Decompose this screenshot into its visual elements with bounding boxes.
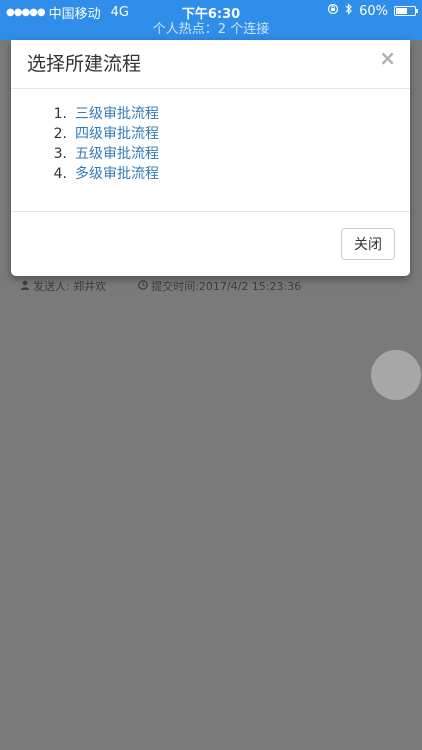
modal-title: 选择所建流程 xyxy=(27,53,142,75)
list-item: 3. 五级审批流程 xyxy=(47,144,159,164)
list-item-number: 4. xyxy=(53,166,67,182)
list-item-number: 1. xyxy=(53,106,67,122)
flow-list: 1. 三级审批流程 2. 四级审批流程 3. 五级审批流程 4. 多级审批流程 xyxy=(47,104,159,184)
status-right: 60% xyxy=(327,3,418,19)
hotspot-bar[interactable]: 个人热点：2 个连接 xyxy=(0,22,422,40)
orientation-lock-icon xyxy=(327,3,339,19)
close-icon[interactable]: × xyxy=(379,46,396,70)
sender-info: 发送人: 郑井欢 xyxy=(20,278,106,294)
list-item-number: 2. xyxy=(53,126,67,142)
clock-icon xyxy=(138,279,149,293)
flow-link-level-3[interactable]: 三级审批流程 xyxy=(75,104,159,124)
modal-footer: 关闭 xyxy=(11,212,410,276)
battery-fill xyxy=(396,8,407,14)
message-meta: 发送人: 郑井欢 提交时间:2017/4/2 15:23:36 xyxy=(20,278,301,294)
modal-header: 选择所建流程 × xyxy=(11,40,410,89)
list-item: 4. 多级审批流程 xyxy=(47,164,159,184)
flow-link-level-4[interactable]: 四级审批流程 xyxy=(75,124,159,144)
battery-percent: 60% xyxy=(359,3,388,19)
flow-link-level-5[interactable]: 五级审批流程 xyxy=(75,144,159,164)
user-icon xyxy=(20,280,30,293)
battery-icon xyxy=(394,6,418,16)
list-item: 1. 三级审批流程 xyxy=(47,104,159,124)
status-bar: ●●●●● 中国移动 4G 下午6:30 60% xyxy=(0,0,422,22)
modal-body: 1. 三级审批流程 2. 四级审批流程 3. 五级审批流程 4. 多级审批流程 xyxy=(11,89,410,212)
submit-time-info: 提交时间:2017/4/2 15:23:36 xyxy=(138,278,301,294)
assistive-touch-button[interactable] xyxy=(371,350,421,400)
sender-text: 发送人: 郑井欢 xyxy=(33,280,107,293)
submit-time-text: 提交时间:2017/4/2 15:23:36 xyxy=(151,280,302,293)
list-item: 2. 四级审批流程 xyxy=(47,124,159,144)
list-item-number: 3. xyxy=(53,146,67,162)
select-flow-modal: 选择所建流程 × 1. 三级审批流程 2. 四级审批流程 3. 五级审批流程 4… xyxy=(11,40,410,276)
close-button[interactable]: 关闭 xyxy=(341,228,395,260)
bluetooth-icon xyxy=(345,3,353,19)
flow-link-multi-level[interactable]: 多级审批流程 xyxy=(75,164,159,184)
